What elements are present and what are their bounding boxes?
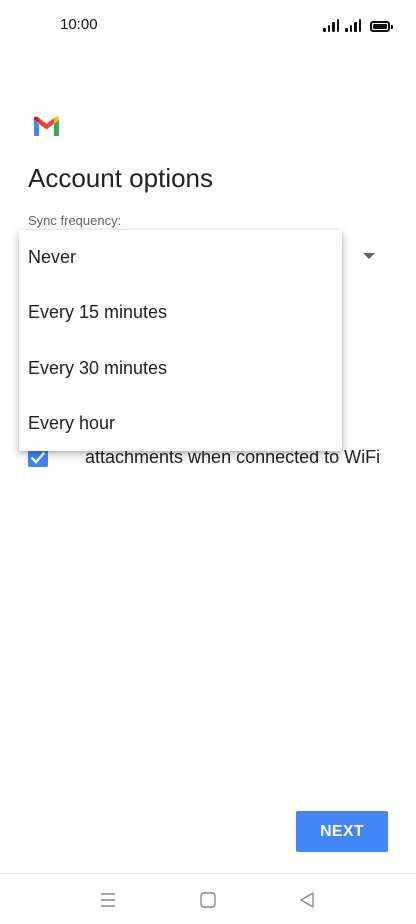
page-title: Account options: [28, 163, 214, 193]
status-icons: [323, 18, 393, 32]
home-icon[interactable]: [196, 888, 220, 912]
sync-frequency-menu: Never Every 15 minutes Every 30 minutes …: [19, 230, 342, 451]
back-icon[interactable]: [295, 888, 319, 912]
menu-item-never[interactable]: Never: [19, 230, 342, 285]
signal-icon: [323, 18, 339, 32]
battery-icon: [370, 21, 393, 32]
menu-item-every-30-minutes[interactable]: Every 30 minutes: [19, 341, 342, 396]
status-time: 10:00: [60, 16, 98, 33]
nav-divider: [0, 873, 416, 874]
next-button[interactable]: NEXT: [296, 811, 388, 852]
checkmark-icon: [30, 451, 46, 464]
sync-frequency-label: Sync frequency:: [28, 213, 122, 228]
signal-icon: [345, 18, 361, 32]
menu-icon[interactable]: [96, 888, 120, 912]
menu-item-every-15-minutes[interactable]: Every 15 minutes: [19, 285, 342, 340]
gmail-icon: [34, 116, 59, 136]
dropdown-arrow-icon[interactable]: [363, 253, 375, 259]
screen: 10:00 Account options Sync frequency: at…: [0, 0, 416, 924]
menu-item-every-hour[interactable]: Every hour: [19, 396, 342, 451]
